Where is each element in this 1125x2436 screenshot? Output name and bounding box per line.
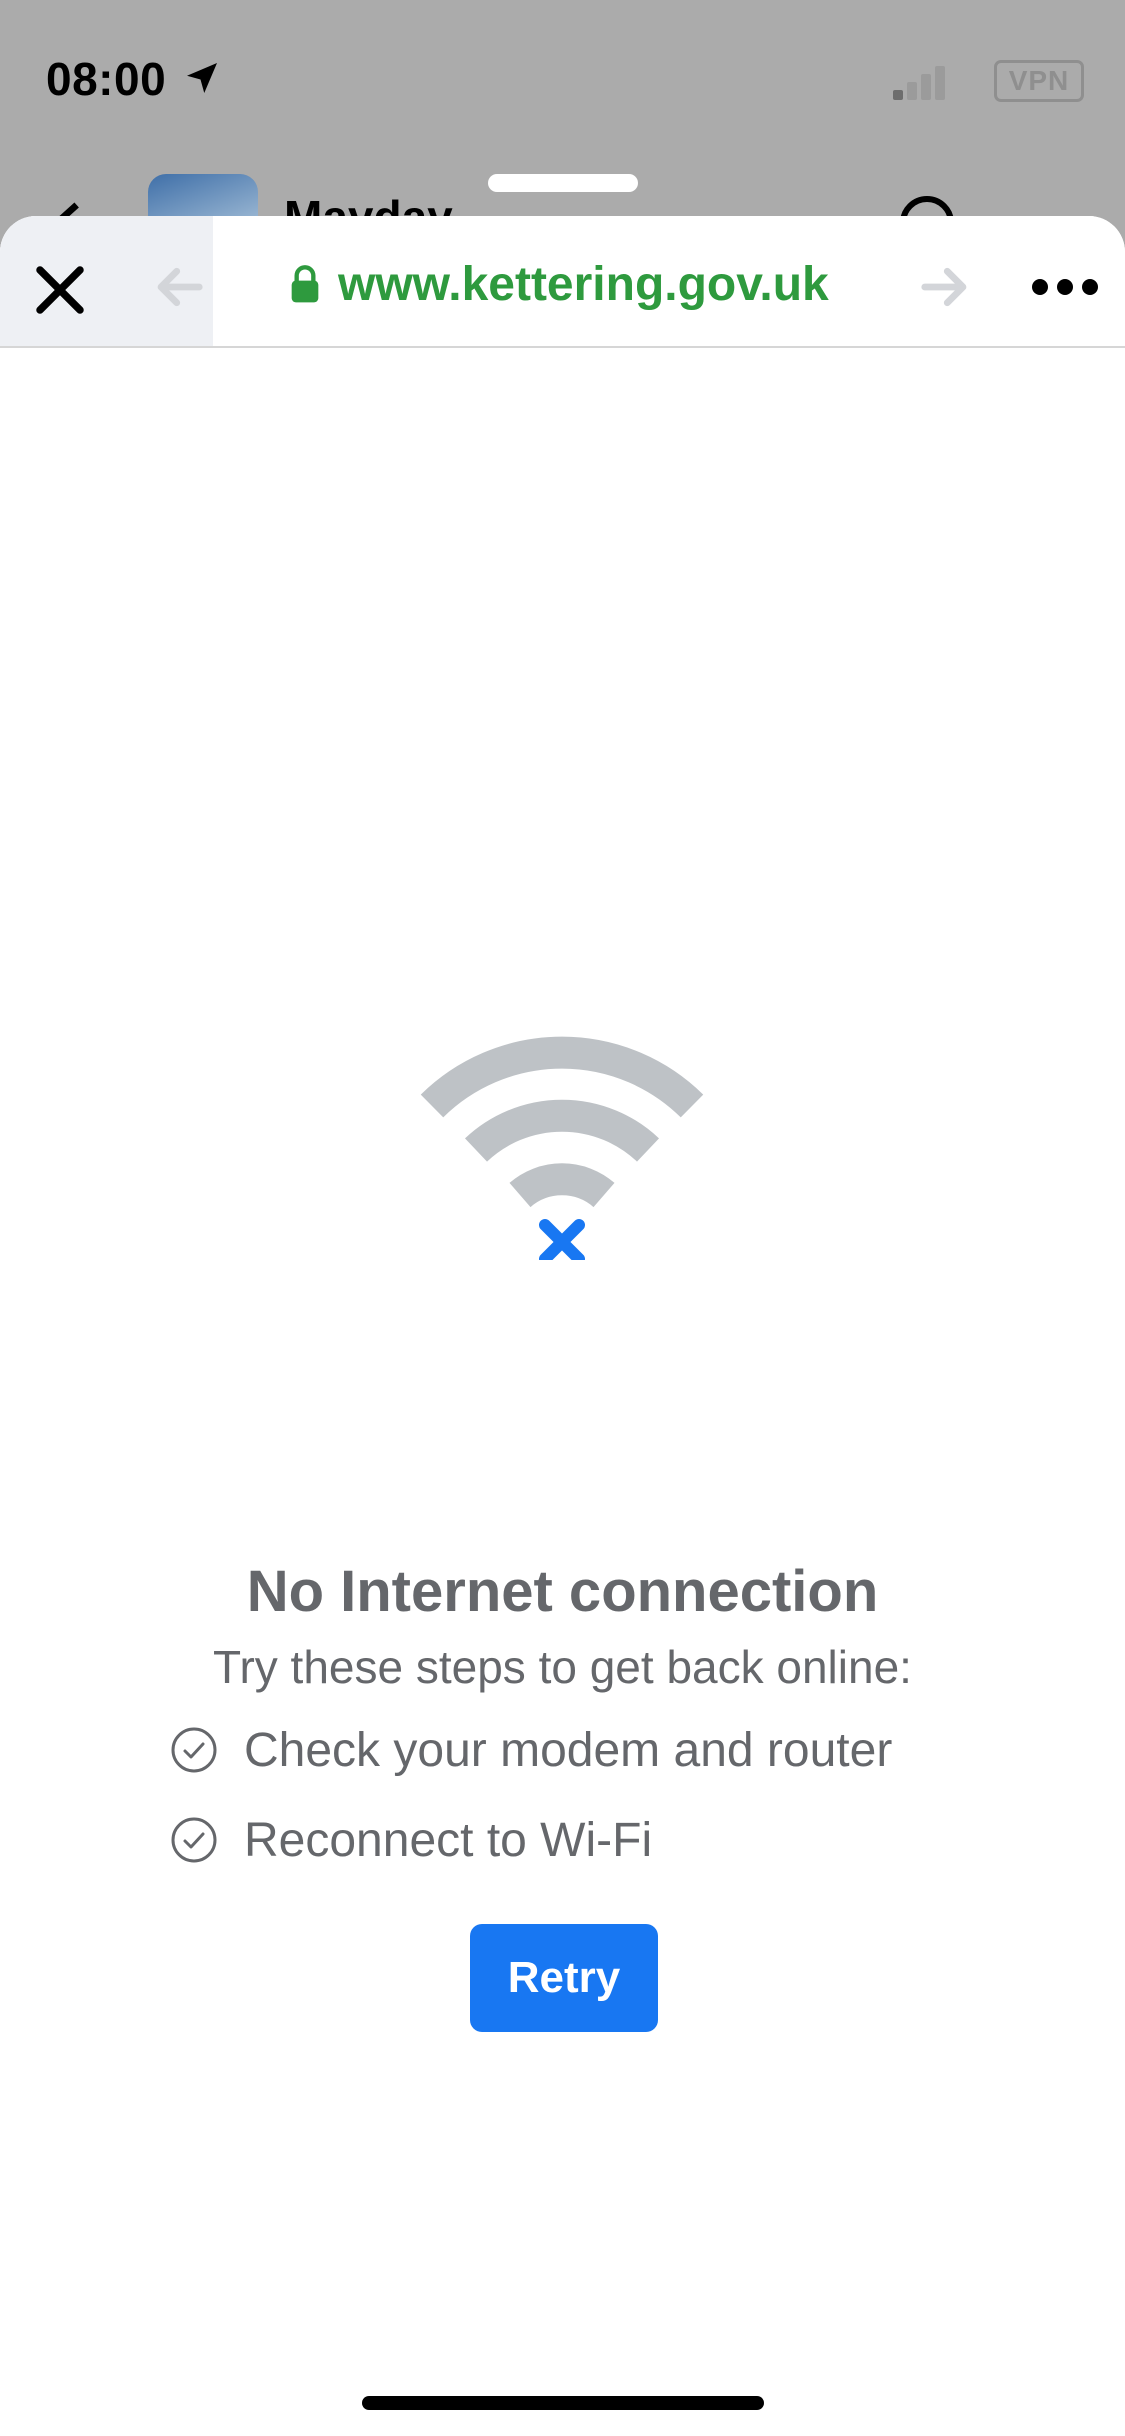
home-indicator[interactable] [362,2396,764,2410]
error-title: No Internet connection [246,1559,879,1624]
address-bar[interactable]: www.kettering.gov.uk [290,254,829,314]
check-circle-icon [171,1727,217,1773]
retry-button[interactable]: Retry [470,1924,658,2032]
troubleshoot-step: Reconnect to Wi-Fi [170,1810,652,1870]
cellular-signal-icon [893,64,947,100]
error-subtitle: Try these steps to get back online: [213,1641,912,1693]
status-time: 08:00 [46,53,167,105]
url-text: www.kettering.gov.uk [338,257,829,311]
close-icon[interactable] [30,260,90,320]
browser-toolbar: www.kettering.gov.uk [0,216,1125,348]
check-circle-icon [171,1817,217,1863]
vpn-badge: VPN [994,60,1084,102]
arrow-right-icon[interactable] [918,260,972,314]
location-arrow-icon [187,63,217,93]
avatar [148,174,258,220]
wifi-off-icon [420,1036,704,1260]
status-bar: 08:00 VPN [0,0,1125,160]
arrow-left-icon[interactable] [152,260,206,314]
step-text: Reconnect to Wi-Fi [244,1813,653,1867]
more-horizontal-icon[interactable] [1030,276,1100,298]
troubleshoot-step: Check your modem and router [170,1720,892,1780]
lock-icon [291,265,319,303]
sheet-grabber-handle[interactable] [488,174,638,192]
step-text: Check your modem and router [244,1723,893,1777]
in-app-browser-sheet: www.kettering.gov.uk No Internet connect… [0,216,1125,2436]
